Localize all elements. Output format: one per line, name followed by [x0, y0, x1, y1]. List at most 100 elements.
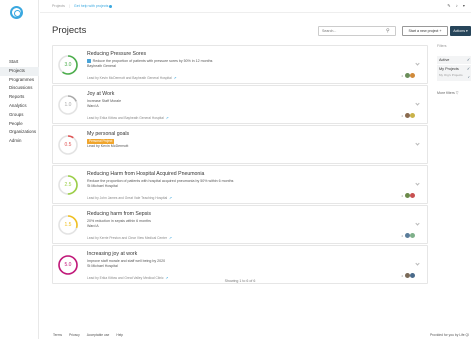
sidebar-item-start[interactable]: Start — [0, 58, 39, 67]
help-link[interactable]: Get help with projects — [74, 4, 109, 8]
pin-icon[interactable]: ✎ — [447, 3, 451, 8]
avatar — [410, 193, 415, 198]
project-title[interactable]: Reducing Pressure Sores — [87, 51, 146, 57]
project-card[interactable]: 5.0 Increasing joy at work Improve staff… — [52, 245, 428, 284]
project-avatars: 2 — [401, 73, 415, 78]
score-value: 1.0 — [64, 101, 72, 108]
actions-button[interactable]: Actions ▾ — [450, 26, 471, 36]
breadcrumb: Projects | Get help with projects — [52, 4, 113, 8]
project-card[interactable]: 2.5 Reducing Harm from Hospital Acquired… — [52, 165, 428, 204]
external-link-icon: ⇗ — [169, 196, 172, 200]
avatar — [404, 193, 410, 198]
score-value: 0.5 — [64, 141, 72, 148]
project-aim: Improve staff morale and staff well bein… — [87, 259, 166, 263]
project-location: St Michael Hospital — [87, 264, 118, 268]
project-title[interactable]: My personal goals — [87, 131, 129, 137]
start-new-project-button[interactable]: Start a new project + — [402, 26, 448, 36]
project-lead: Lead by John James and Great Vale Teachi… — [87, 196, 172, 200]
chevron-down-icon[interactable] — [415, 61, 420, 66]
project-avatars: 2 — [401, 193, 415, 198]
project-lead: Lead by Kevin McDermott and Bayheath Gen… — [87, 76, 177, 80]
project-avatars: 2 — [401, 273, 415, 278]
project-card[interactable]: 0.5 My personal goals Personal Project L… — [52, 125, 428, 164]
avatar — [404, 113, 410, 118]
filter-my-orgs-projects[interactable]: My Org's Projects ✓ — [437, 73, 471, 81]
personal-project-badge: Personal Project — [87, 138, 115, 144]
avatar — [404, 73, 410, 78]
project-aim: Reduce the proportion of patients with p… — [87, 59, 212, 63]
sidebar-nav: Start Projects Programmes Discussions Re… — [0, 58, 39, 146]
external-link-icon: ⇗ — [165, 116, 169, 120]
score-value: 5.0 — [64, 261, 72, 268]
chevron-down-icon[interactable] — [415, 141, 420, 146]
breadcrumb-root[interactable]: Projects — [52, 4, 65, 8]
search-icon[interactable]: ⚲ — [386, 28, 390, 34]
footer-brand: Provided for you by Life QI — [429, 333, 469, 337]
sidebar-item-programmes[interactable]: Programmes — [0, 76, 39, 85]
help-icon — [109, 4, 113, 8]
user-menu-icon[interactable]: ▾ — [463, 3, 465, 8]
avatar — [410, 73, 415, 78]
footer-link-terms[interactable]: Terms — [53, 333, 62, 337]
filters-panel: Filters Active ✓ My Projects ✓ My Org's Pr… — [437, 44, 471, 95]
avatar — [404, 273, 410, 278]
project-location: Ward A — [87, 104, 99, 108]
sidebar-item-reports[interactable]: Reports — [0, 93, 39, 102]
top-bar: Projects | Get help with projects ✎ ♪ ▾ — [40, 0, 471, 13]
project-aim: Increase Staff Morale — [87, 99, 122, 103]
footer-link-acceptable-use[interactable]: Acceptable use — [87, 333, 110, 337]
project-aim: Reduce the proportion of patients with h… — [87, 179, 234, 183]
page-title: Projects — [52, 25, 87, 36]
filter-my-projects[interactable]: My Projects ✓ — [437, 64, 471, 73]
footer-link-help[interactable]: Help — [116, 333, 123, 337]
sidebar-item-people[interactable]: People — [0, 120, 39, 129]
sidebar-item-organizations[interactable]: Organizations — [0, 128, 39, 137]
filter-active[interactable]: Active ✓ — [437, 56, 471, 64]
chevron-down-icon[interactable] — [415, 261, 420, 266]
project-title[interactable]: Increasing joy at work — [87, 251, 137, 257]
project-aim: 20% reduction in sepsis within 6 months — [87, 219, 151, 223]
footer-links: Terms Privacy Acceptable use Help — [53, 333, 123, 337]
sidebar-item-projects[interactable]: Projects — [0, 66, 39, 76]
filters-title: Filters — [437, 44, 447, 48]
chevron-down-icon[interactable] — [415, 181, 420, 186]
aim-tag-icon — [87, 59, 91, 63]
avatar — [410, 273, 415, 278]
check-icon: ✓ — [467, 75, 470, 79]
more-filters-link[interactable]: More filters ▽ — [437, 91, 471, 95]
project-location: Bayheath General — [87, 64, 116, 68]
sidebar-item-discussions[interactable]: Discussions — [0, 84, 39, 93]
avatar — [410, 233, 415, 238]
check-icon: ✓ — [466, 58, 470, 62]
project-list: 3.0 Reducing Pressure Sores Reduce the p… — [52, 45, 428, 285]
sidebar: Start Projects Programmes Discussions Re… — [0, 0, 39, 339]
external-link-icon: ⇗ — [169, 236, 172, 240]
project-avatars: 2 — [401, 113, 415, 118]
project-lead: Lead by Erika Kittow and Bayheath Genera… — [87, 116, 169, 120]
search-input[interactable] — [318, 26, 396, 36]
project-card[interactable]: 3.0 Reducing Pressure Sores Reduce the p… — [52, 45, 428, 84]
project-card[interactable]: 1.0 Joy at Work Increase Staff Morale Wa… — [52, 85, 428, 124]
project-title[interactable]: Reducing Harm from Hospital Acquired Pne… — [87, 171, 204, 177]
project-avatars: 2 — [401, 233, 415, 238]
app-logo[interactable] — [10, 6, 23, 19]
footer-link-privacy[interactable]: Privacy — [69, 333, 80, 337]
chevron-down-icon[interactable] — [415, 101, 420, 106]
project-title[interactable]: Reducing harm from Sepsis — [87, 211, 151, 217]
score-value: 3.0 — [64, 61, 72, 68]
project-lead: Lead by Kevin McDermott — [87, 144, 129, 148]
project-title[interactable]: Joy at Work — [87, 91, 114, 97]
sidebar-item-analytics[interactable]: Analytics — [0, 102, 39, 111]
project-location: St Michael Hospital — [87, 184, 118, 188]
sidebar-item-admin[interactable]: Admin — [0, 137, 39, 146]
sidebar-item-groups[interactable]: Groups — [0, 111, 39, 120]
pagination-summary: Showing 1 to 6 of 6 — [224, 279, 256, 283]
external-link-icon: ⇗ — [173, 76, 177, 80]
project-card[interactable]: 1.5 Reducing harm from Sepsis 20% reduct… — [52, 205, 428, 244]
bell-icon[interactable]: ♪ — [456, 3, 458, 8]
chevron-down-icon[interactable] — [415, 221, 420, 226]
score-value: 1.5 — [64, 221, 72, 228]
score-value: 2.5 — [64, 181, 72, 188]
avatar — [410, 113, 415, 118]
top-icons: ✎ ♪ ▾ — [447, 3, 465, 8]
